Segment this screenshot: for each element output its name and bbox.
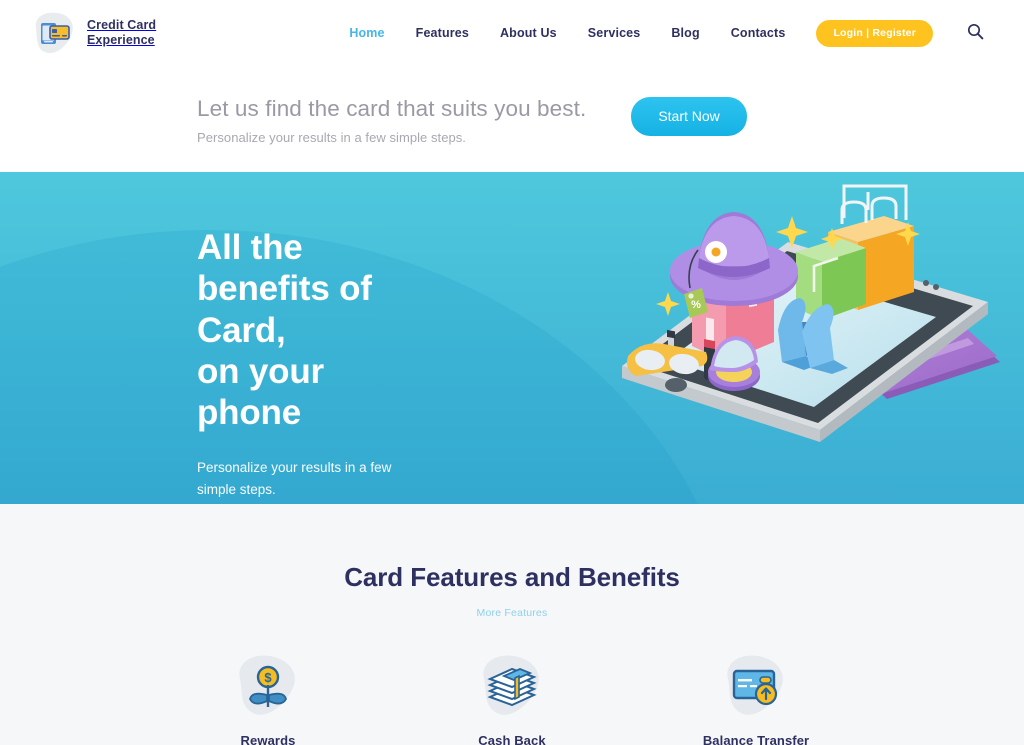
search-icon <box>967 23 984 43</box>
search-button[interactable] <box>967 23 984 43</box>
credit-card-phone-logo-icon <box>28 10 78 56</box>
money-plant-icon: $ <box>230 651 306 721</box>
hero-subtitle-line-1: Personalize your results in a few <box>197 460 392 476</box>
site-header: Credit Card Experience Home Features Abo… <box>0 0 1024 66</box>
svg-text:%: % <box>691 299 701 311</box>
nav-item-features[interactable]: Features <box>416 26 469 40</box>
feature-label-rewards: Rewards <box>240 733 296 745</box>
hero-title-line-2: on your phone <box>197 351 324 433</box>
login-register-button[interactable]: Login | Register <box>816 19 933 47</box>
svg-text:$: $ <box>264 670 272 685</box>
hero-subtitle-line-2: simple steps. <box>197 482 276 498</box>
brand-line-2: Experience <box>87 33 155 47</box>
more-features-link[interactable]: More Features <box>477 607 548 619</box>
promo-copy: Let us find the card that suits you best… <box>197 93 586 145</box>
promo-banner: Let us find the card that suits you best… <box>0 66 1024 172</box>
promo-title: Let us find the card that suits you best… <box>197 95 587 121</box>
main-navigation: Home Features About Us Services Blog Con… <box>349 19 984 47</box>
isometric-shopping-phone-illustration: ATM <box>606 180 1006 485</box>
brand-name: Credit Card Experience <box>87 18 156 49</box>
feature-label-cash-back: Cash Back <box>478 733 546 745</box>
feature-card-list: $ Rewards Cash Back Balance Transfer <box>0 651 1024 745</box>
feature-card-cash-back[interactable]: Cash Back <box>448 651 576 745</box>
feature-card-rewards[interactable]: $ Rewards <box>204 651 332 745</box>
promo-subtitle: Personalize your results in a few simple… <box>197 130 466 146</box>
brand-logo[interactable]: Credit Card Experience <box>28 10 156 56</box>
hero-content: All the benefits of Card, on your phone … <box>0 172 430 504</box>
nav-item-services[interactable]: Services <box>588 26 641 40</box>
hero-title: All the benefits of Card, on your phone <box>197 227 430 433</box>
hero-section: ATM <box>0 172 1024 504</box>
card-transfer-icon <box>718 651 794 721</box>
nav-item-contacts[interactable]: Contacts <box>731 26 786 40</box>
nav-item-about-us[interactable]: About Us <box>500 26 557 40</box>
nav-item-home[interactable]: Home <box>349 26 384 40</box>
brand-line-1: Credit Card <box>87 17 157 32</box>
purple-hat <box>670 212 798 306</box>
feature-label-balance-transfer: Balance Transfer <box>702 733 810 745</box>
hero-subtitle: Personalize your results in a few simple… <box>197 457 422 501</box>
start-now-button[interactable]: Start Now <box>631 96 747 136</box>
feature-card-balance-transfer[interactable]: Balance Transfer <box>692 651 820 745</box>
features-section: Card Features and Benefits More Features… <box>0 504 1024 745</box>
features-title: Card Features and Benefits <box>344 562 680 592</box>
cash-stack-icon <box>474 651 550 721</box>
hero-title-line-1: All the benefits of Card, <box>197 228 372 350</box>
nav-item-blog[interactable]: Blog <box>671 26 699 40</box>
